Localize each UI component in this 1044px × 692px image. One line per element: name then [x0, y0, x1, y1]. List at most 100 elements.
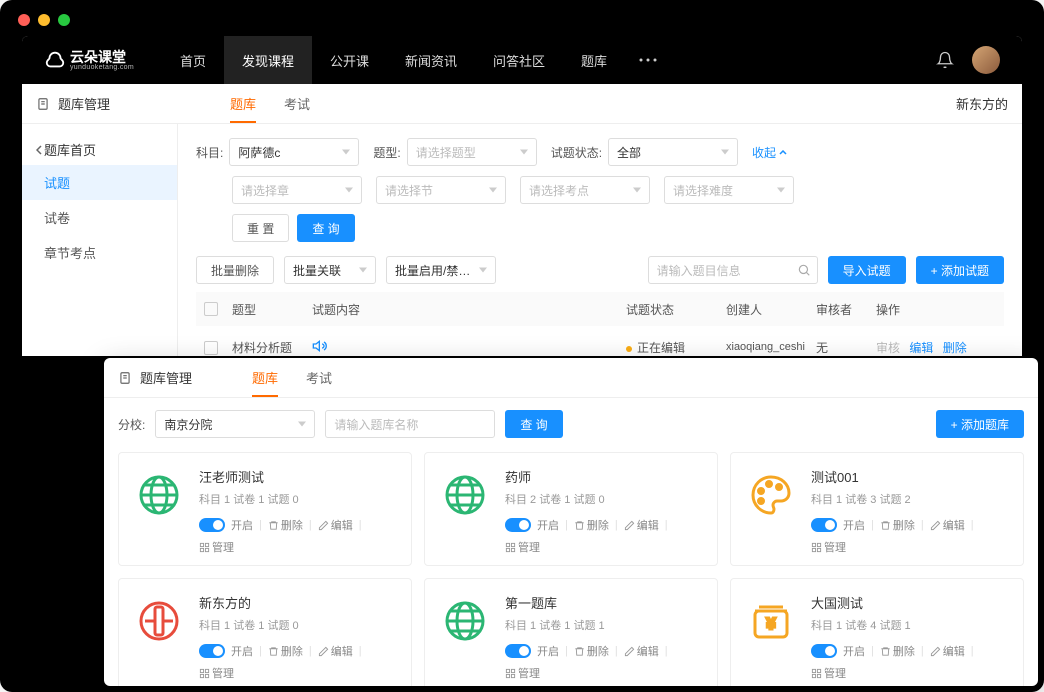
row-checkbox[interactable] — [204, 341, 218, 355]
batch-delete-button[interactable]: 批量删除 — [196, 256, 274, 284]
top-nav: 云朵课堂 yunduoketang.com 首页发现课程公开课新闻资讯问答社区题… — [22, 36, 1022, 84]
card-icon — [437, 467, 493, 523]
enable-toggle[interactable] — [811, 644, 837, 658]
enable-label: 开启 — [537, 517, 559, 533]
edit-button[interactable]: 编辑 — [624, 643, 659, 659]
batch-toggle-select[interactable]: 批量启用/禁… — [386, 256, 496, 284]
row-type: 材料分析题 — [232, 339, 312, 356]
traffic-light-min[interactable] — [38, 14, 50, 26]
subtabs-w2: 题库考试 — [252, 358, 332, 397]
add-library-button[interactable]: + 添加题库 — [936, 410, 1024, 438]
reset-button[interactable]: 重 置 — [232, 214, 289, 242]
breadcrumb[interactable]: 题库首页 — [22, 134, 177, 165]
chapter-select[interactable]: 请选择章 — [232, 176, 362, 204]
nav-item[interactable]: 首页 — [162, 36, 224, 84]
card-title: 药师 — [505, 467, 705, 486]
search-button[interactable]: 查 询 — [505, 410, 562, 438]
enable-label: 开启 — [231, 643, 253, 659]
delete-button[interactable]: 删除 — [268, 643, 303, 659]
col-status: 试题状态 — [626, 301, 726, 318]
collapse-toggle[interactable]: 收起 — [752, 144, 787, 161]
manage-button[interactable]: 管理 — [505, 539, 540, 555]
sidebar-item[interactable]: 试卷 — [22, 200, 177, 235]
card-meta: 科目 1 试卷 1 试题 1 — [505, 617, 705, 633]
enable-toggle[interactable] — [811, 518, 837, 532]
delete-button[interactable]: 删除 — [268, 517, 303, 533]
library-card: 第一题库科目 1 试卷 1 试题 1开启| 删除| 编辑| 管理 — [424, 578, 718, 686]
select-all-checkbox[interactable] — [204, 302, 218, 316]
enable-toggle[interactable] — [505, 644, 531, 658]
sidebar-item[interactable]: 试题 — [22, 165, 177, 200]
manage-button[interactable]: 管理 — [505, 665, 540, 681]
org-name: 新东方的 — [956, 94, 1008, 113]
tab-题库[interactable]: 题库 — [230, 84, 256, 123]
audio-icon[interactable] — [312, 338, 328, 354]
library-cards: 汪老师测试科目 1 试卷 1 试题 0开启| 删除| 编辑| 管理药师科目 2 … — [118, 452, 1024, 686]
library-name-input[interactable]: 请输入题库名称 — [325, 410, 495, 438]
add-question-button[interactable]: + 添加试题 — [916, 256, 1004, 284]
difficulty-select[interactable]: 请选择难度 — [664, 176, 794, 204]
edit-button[interactable]: 编辑 — [624, 517, 659, 533]
card-icon — [743, 467, 799, 523]
edit-button[interactable]: 编辑 — [930, 517, 965, 533]
manage-button[interactable]: 管理 — [811, 665, 846, 681]
edit-button[interactable]: 编辑 — [930, 643, 965, 659]
row-edit-link[interactable]: 编辑 — [909, 341, 933, 355]
point-select[interactable]: 请选择考点 — [520, 176, 650, 204]
col-creator: 创建人 — [726, 301, 816, 318]
nav-item[interactable]: 问答社区 — [475, 36, 563, 84]
delete-button[interactable]: 删除 — [880, 517, 915, 533]
traffic-light-close[interactable] — [18, 14, 30, 26]
enable-toggle[interactable] — [505, 518, 531, 532]
sidebar-item[interactable]: 章节考点 — [22, 235, 177, 270]
batch-relate-select[interactable]: 批量关联 — [284, 256, 376, 284]
nav-item[interactable]: 新闻资讯 — [387, 36, 475, 84]
library-card: 药师科目 2 试卷 1 试题 0开启| 删除| 编辑| 管理 — [424, 452, 718, 566]
tab-考试[interactable]: 考试 — [306, 358, 332, 397]
search-button[interactable]: 查 询 — [297, 214, 354, 242]
status-select[interactable]: 全部 — [608, 138, 738, 166]
manage-button[interactable]: 管理 — [811, 539, 846, 555]
delete-button[interactable]: 删除 — [574, 643, 609, 659]
row-review-link[interactable]: 审核 — [876, 341, 900, 355]
import-button[interactable]: 导入试题 — [828, 256, 906, 284]
enable-label: 开启 — [231, 517, 253, 533]
sidebar-items: 试题试卷章节考点 — [22, 165, 177, 270]
edit-button[interactable]: 编辑 — [318, 517, 353, 533]
enable-toggle[interactable] — [199, 518, 225, 532]
edit-button[interactable]: 编辑 — [318, 643, 353, 659]
card-meta: 科目 1 试卷 1 试题 0 — [199, 617, 399, 633]
bell-icon[interactable] — [936, 51, 954, 69]
page-title: 题库管理 — [140, 368, 192, 387]
tab-考试[interactable]: 考试 — [284, 84, 310, 123]
card-title: 测试001 — [811, 467, 1011, 486]
subject-select[interactable]: 阿萨德c — [229, 138, 359, 166]
nav-item[interactable]: 公开课 — [312, 36, 387, 84]
delete-button[interactable]: 删除 — [880, 643, 915, 659]
delete-button[interactable]: 删除 — [574, 517, 609, 533]
traffic-light-max[interactable] — [58, 14, 70, 26]
logo[interactable]: 云朵课堂 yunduoketang.com — [44, 49, 134, 71]
card-icon — [437, 593, 493, 649]
subtabs-w1: 题库考试 — [230, 84, 310, 123]
section-select[interactable]: 请选择节 — [376, 176, 506, 204]
enable-toggle[interactable] — [199, 644, 225, 658]
doc-icon — [36, 97, 50, 111]
manage-button[interactable]: 管理 — [199, 539, 234, 555]
table-row: 材料分析题 正在编辑 xiaoqiang_ceshi 无 审核 编辑 删除 — [196, 326, 1004, 356]
avatar[interactable] — [972, 46, 1000, 74]
nav-item[interactable]: 发现课程 — [224, 36, 312, 84]
search-input[interactable]: 请输入题目信息 — [648, 256, 818, 284]
sidebar: 题库首页 试题试卷章节考点 — [22, 124, 178, 356]
nav-more-icon[interactable] — [625, 58, 671, 62]
type-select[interactable]: 请选择题型 — [407, 138, 537, 166]
page-title: 题库管理 — [58, 94, 110, 113]
school-select[interactable]: 南京分院 — [155, 410, 315, 438]
card-meta: 科目 1 试卷 3 试题 2 — [811, 491, 1011, 507]
card-title: 汪老师测试 — [199, 467, 399, 486]
nav-item[interactable]: 题库 — [563, 36, 625, 84]
subject-label: 科目: — [196, 144, 223, 161]
manage-button[interactable]: 管理 — [199, 665, 234, 681]
row-delete-link[interactable]: 删除 — [943, 341, 967, 355]
tab-题库[interactable]: 题库 — [252, 358, 278, 397]
